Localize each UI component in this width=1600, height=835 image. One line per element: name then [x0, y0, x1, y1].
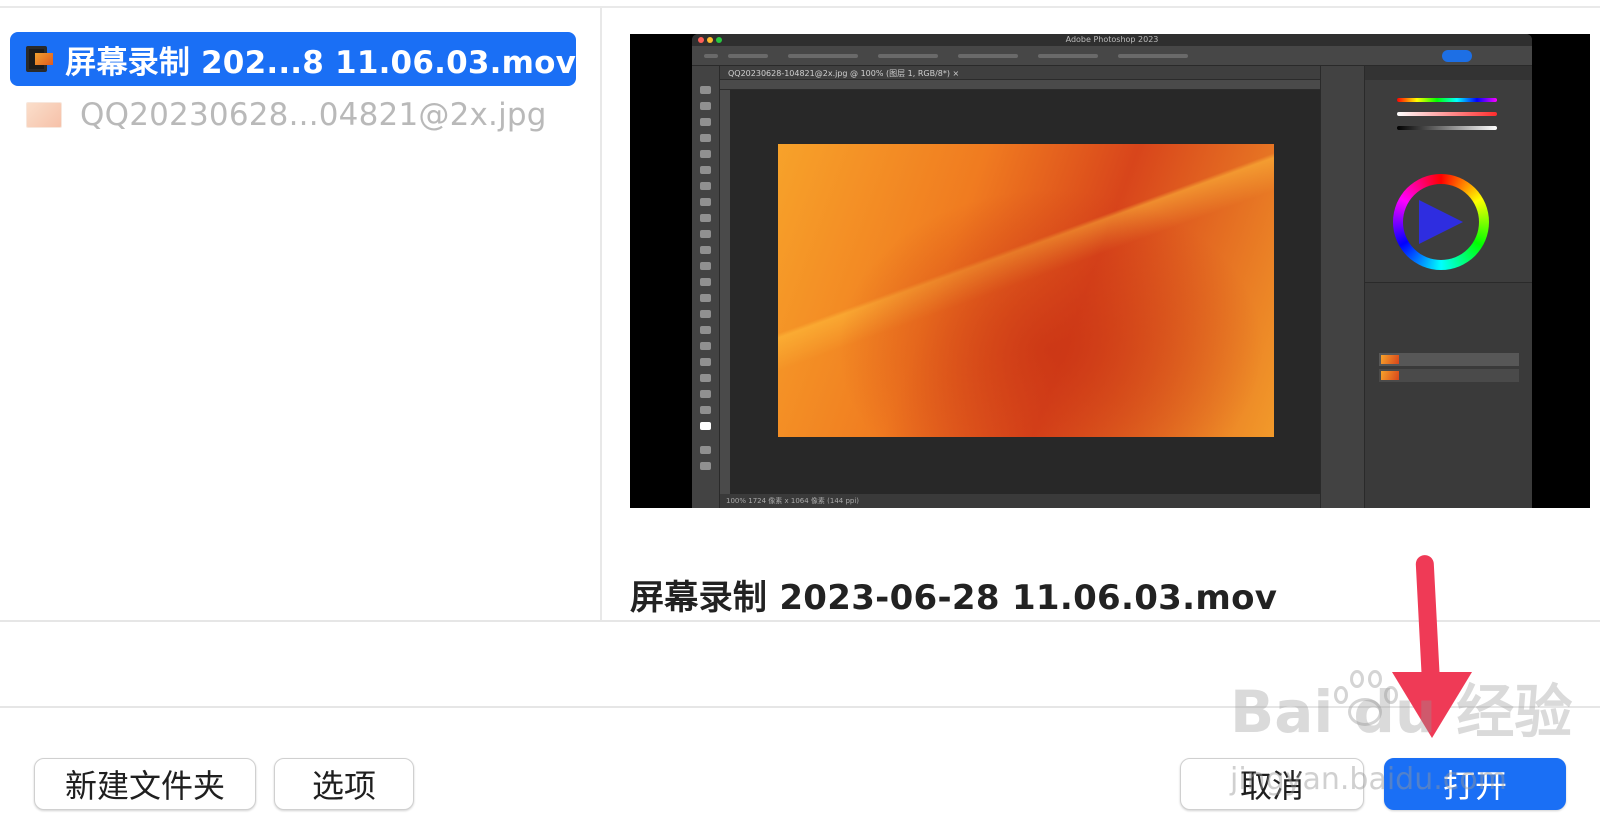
- file-item-video[interactable]: 屏幕录制 202...8 11.06.03.mov: [10, 32, 576, 86]
- photoshop-window-preview: Adobe Photoshop 2023 QQ20230628-104821@2…: [692, 34, 1532, 508]
- video-file-icon: [26, 46, 54, 72]
- ps-orange-wallpaper-image: [778, 144, 1274, 437]
- baidu-watermark-logo: Bai du 经验: [1230, 678, 1573, 746]
- baidu-watermark-url: jingyan.baidu.com: [1230, 762, 1507, 797]
- ps-status-text: 100% 1724 像素 x 1064 像素 (144 ppi): [726, 497, 860, 505]
- ps-panel-tabs: [1365, 66, 1532, 80]
- file-item-label: QQ20230628...04821@2x.jpg: [80, 97, 547, 133]
- ps-share-button: [1442, 50, 1472, 62]
- file-item-label: 屏幕录制 202...8 11.06.03.mov: [65, 44, 576, 81]
- separator: [0, 620, 1600, 622]
- ps-document-tab: QQ20230628-104821@2x.jpg @ 100% (图层 1, R…: [720, 66, 1320, 80]
- ps-panel-dock: [1320, 66, 1364, 508]
- file-preview: Adobe Photoshop 2023 QQ20230628-104821@2…: [630, 34, 1590, 508]
- preview-file-name: 屏幕录制 2023-06-28 11.06.03.mov: [630, 578, 1278, 618]
- ps-color-wheel: [1393, 174, 1489, 270]
- image-file-icon: [26, 102, 62, 128]
- ps-options-bar: [692, 46, 1532, 66]
- ps-app-title: Adobe Photoshop 2023: [1065, 35, 1159, 44]
- ps-layers-panel: [1365, 282, 1532, 508]
- ps-ruler-horizontal: [720, 80, 1320, 90]
- ps-panels: [1364, 66, 1532, 508]
- open-file-dialog: 屏幕录制 202...8 11.06.03.mov QQ20230628...0…: [0, 0, 1600, 835]
- file-item-image[interactable]: QQ20230628...04821@2x.jpg: [10, 88, 576, 142]
- ps-titlebar: Adobe Photoshop 2023: [692, 34, 1532, 46]
- ps-status-bar: 100% 1724 像素 x 1064 像素 (144 ppi): [720, 494, 1320, 508]
- pane-divider[interactable]: [600, 8, 602, 620]
- ps-canvas-area: [730, 90, 1320, 494]
- new-folder-button[interactable]: 新建文件夹: [34, 758, 256, 810]
- ps-ruler-vertical: [720, 90, 730, 494]
- file-list: 屏幕录制 202...8 11.06.03.mov QQ20230628...0…: [0, 8, 600, 620]
- ps-document-tab-label: QQ20230628-104821@2x.jpg @ 100% (图层 1, R…: [728, 69, 960, 78]
- options-button[interactable]: 选项: [274, 758, 414, 810]
- ps-toolbar: [692, 66, 720, 508]
